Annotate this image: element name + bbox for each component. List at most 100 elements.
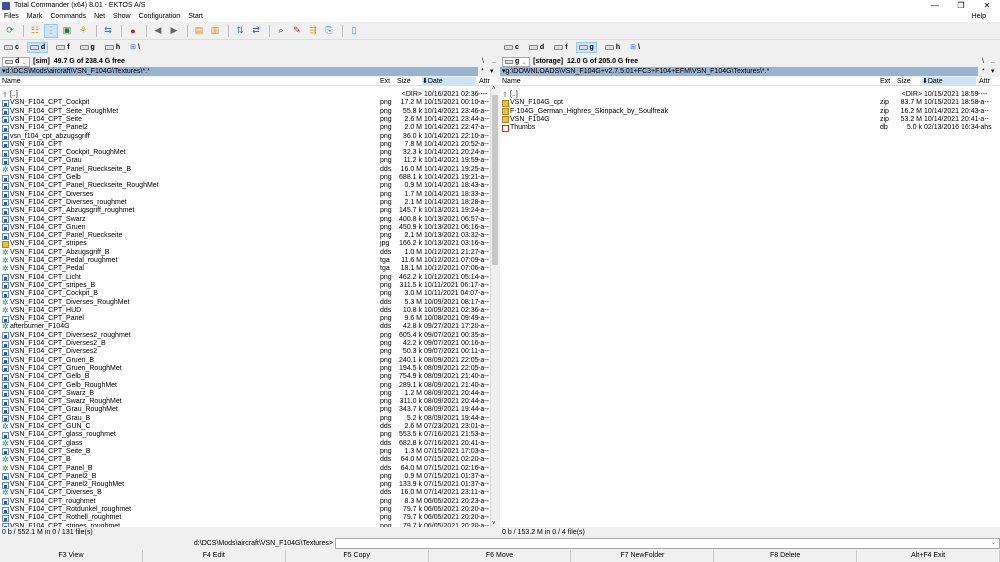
column-name[interactable]: Name — [2, 77, 21, 86]
drive-button-g[interactable]: g — [575, 41, 597, 53]
menu-show[interactable]: Show — [113, 13, 131, 20]
file-row[interactable]: VSN_F104_CPT_Seite png 2.6 M 10/14/2021 23:… — [0, 116, 490, 124]
menu-configuration[interactable]: Configuration — [139, 13, 181, 20]
column-date[interactable]: ⬇Date — [422, 77, 476, 86]
root-button[interactable]: \ — [482, 56, 484, 67]
file-row[interactable]: VSN_F104G zip 53.2 M 10/14/2021 20:41 -a-- — [500, 116, 1000, 124]
column-ext[interactable]: Ext — [880, 77, 890, 86]
drive-button-g[interactable]: g — [78, 42, 97, 53]
file-row[interactable]: ✲ VSN_F104_CPT_Panel_B dds 64.0 M 07/15/2021… — [0, 464, 490, 473]
file-row[interactable]: ✲ VSN_F104_CPT_Pedal tga 18.1 M 10/12/2021 0… — [0, 265, 490, 273]
file-row[interactable]: VSN_F104_CPT_Licht png 462.2 k 10/12/2021 0… — [0, 274, 490, 282]
f4-edit-button[interactable]: F4 Edit — [143, 550, 286, 562]
left-file-list[interactable]: ⇑ [..] <DIR> 10/16/2021 02:36 ---- VSN_F104_C… — [0, 86, 490, 527]
file-row[interactable]: VSN_F104_CPT_Rothell_roughmet png 79.7 k 06… — [0, 514, 490, 522]
file-row[interactable]: VSN_F104_CPT_Cockpit_RoughMet png 32.3 k 10… — [0, 149, 490, 157]
file-row[interactable]: VSN_F104_CPT_Grau png 11.2 k 10/14/2021 19:… — [0, 157, 490, 165]
drive-button-f[interactable]: f — [54, 42, 71, 53]
right-dropdown-button[interactable]: ▾ — [991, 67, 995, 76]
ftp-icon[interactable]: ⇅ — [233, 24, 247, 38]
drive-button-h[interactable]: h — [103, 42, 122, 53]
file-row[interactable]: VSN_F104_CPT_Panel_Rueckseite png 2.1 M 10/… — [0, 232, 490, 240]
column-attr[interactable]: Attr — [979, 77, 990, 86]
file-row[interactable]: VSN_F104_CPT_Grau_RoughMet png 343.7 k 08/0… — [0, 406, 490, 414]
menu-commands[interactable]: Commands — [50, 13, 86, 20]
file-row[interactable]: VSN_F104_CPT png 7.8 M 10/14/2021 20:52 -a-- — [0, 141, 490, 149]
column-size[interactable]: Size — [897, 77, 911, 86]
left-dropdown-button[interactable]: ▾ — [490, 67, 494, 76]
file-row[interactable]: VSN_F104_CPT_Gelb png 688.1 k 10/14/2021 19… — [0, 174, 490, 182]
file-row[interactable]: ✲ VSN_F104_CPT_GUN_C dds 2.6 M 07/23/2021 23… — [0, 423, 490, 431]
file-row[interactable]: ✲ VSN_F104_CPT_B dds 64.0 M 07/15/2021 02:20… — [0, 456, 490, 464]
drive-button-network[interactable]: ⊞ \ — [628, 42, 642, 53]
close-button[interactable]: ✕ — [974, 0, 1000, 11]
file-row[interactable]: VSN_F104_CPT_Grau_B png 5.2 k 08/09/2021 19… — [0, 415, 490, 423]
drive-button-h[interactable]: h — [603, 42, 622, 53]
file-row[interactable]: VSN_F104_CPT_Rotdunkel_roughmet png 79.7 k… — [0, 506, 490, 514]
column-attr[interactable]: Attr — [479, 77, 490, 86]
parent-button[interactable]: .. — [991, 56, 995, 67]
file-row[interactable]: VSN_F104_CPT_Diverses2_roughmet png 605.4 … — [0, 332, 490, 340]
column-name[interactable]: Name — [502, 77, 521, 86]
column-ext[interactable]: Ext — [380, 77, 390, 86]
file-row[interactable]: VSN_F104_CPT_Gruen_B png 240.1 k 08/09/2021… — [0, 357, 490, 365]
file-row[interactable]: VSN_F104_CPT_Seite_B png 1.3 M 07/15/2021 1… — [0, 448, 490, 456]
left-path[interactable]: ▾d:\DCS\Mods\aircraft\VSN_F104G\Textures… — [0, 67, 478, 76]
root-button[interactable]: \ — [982, 56, 984, 67]
unpack-icon[interactable]: ▥ — [208, 24, 222, 38]
file-row[interactable]: VSN_F104_CPT_Diverses2 png 50.3 k 09/07/202… — [0, 348, 490, 356]
file-row[interactable]: ✲ VSN_F104_CPT_Pedal_roughmet tga 11.6 M 10/… — [0, 257, 490, 265]
file-row[interactable]: VSN_F104_CPT_Gruen png 450.9 k 10/13/2021 0… — [0, 224, 490, 232]
file-row[interactable]: VSN_F104_CPT_stripes_B png 311.5 k 10/11/20… — [0, 282, 490, 290]
scroll-down-icon[interactable]: ˅ — [492, 521, 496, 527]
refresh-icon[interactable]: ⟳ — [3, 24, 17, 38]
file-row[interactable]: VSN_F104_CPT_Diverses png 1.7 M 10/14/2021 … — [0, 191, 490, 199]
file-row[interactable]: ✲ VSN_F104_CPT_Panel_Rueckseite_B dds 16.0 … — [0, 165, 490, 174]
file-row[interactable]: ✲ VSN_F104_CPT_HUD dds 10.8 k 10/09/2021 02:… — [0, 306, 490, 315]
file-row[interactable]: VSN_F104_CPT_Gelb_RoughMet png 289.1 k 08/0… — [0, 382, 490, 390]
file-row[interactable]: ✲ VSN_F104_CPT_Abzugsgriff_B dds 1.0 M 10/12… — [0, 248, 490, 257]
file-row[interactable]: VSN_F104_CPT_Panel png 9.6 M 10/08/2021 09:… — [0, 315, 490, 323]
file-row[interactable]: VSN_F104_CPT_Panel_Rueckseite_RoughMet pn… — [0, 182, 490, 190]
drive-button-f[interactable]: f — [552, 42, 569, 53]
file-row[interactable]: VSN_F104_CPT_Panel2_B png 0.9 M 07/15/2021 … — [0, 473, 490, 481]
left-history-button[interactable]: * — [481, 67, 484, 76]
file-row[interactable]: VSN_F104_CPT_Abzugsgriff_roughmet png 145.… — [0, 207, 490, 215]
file-row[interactable]: VSN_F104_CPT_Panel2_RoughMet png 133.9 k 07… — [0, 481, 490, 489]
brief-view-icon[interactable]: ☷ — [28, 24, 42, 38]
file-row[interactable]: VSN_F104_CPT_Gelb_B png 754.9 k 08/09/2021 … — [0, 373, 490, 381]
f7-newfolder-button[interactable]: F7 NewFolder — [571, 550, 715, 562]
f5-copy-button[interactable]: F5 Copy — [286, 550, 429, 562]
notepad-icon[interactable]: ▯ — [347, 24, 361, 38]
multi-rename-icon[interactable]: ✎ — [290, 24, 304, 38]
file-row[interactable]: VSN_F104_CPT_Swarz png 400.8 k 10/13/2021 0… — [0, 216, 490, 224]
f3-view-button[interactable]: F3 View — [0, 550, 143, 562]
file-row[interactable]: VSN_F104_CPT_Diverses_roughmet png 2.1 M 10… — [0, 199, 490, 207]
f8-delete-button[interactable]: F8 Delete — [714, 550, 858, 562]
f6-move-button[interactable]: F6 Move — [429, 550, 572, 562]
file-row[interactable]: ✲ VSN_F104_CPT_Diverses_RoughMet dds 5.3 M1… — [0, 298, 490, 307]
menu-net[interactable]: Net — [94, 13, 105, 20]
right-file-list[interactable]: ⇑ [..] <DIR> 10/15/2021 18:59 ---- VSN_F104G_… — [500, 86, 1000, 527]
forward-icon[interactable]: ▶ — [167, 24, 181, 38]
file-row[interactable]: VSN_F104_CPT_Cockpit png 17.2 M 10/15/2021 … — [0, 99, 490, 107]
file-row[interactable]: VSN_F104_CPT_Gruen_RoughMet png 194.5 k 08/… — [0, 365, 490, 373]
left-drive-combo[interactable]: d ⌄ — [2, 56, 31, 67]
ftp-new-icon[interactable]: ⇄ — [249, 24, 263, 38]
file-row[interactable]: VSN_F104_CPT_stripes_roughmet png 79.7 k 06… — [0, 523, 490, 527]
file-row[interactable]: VSN_F104_CPT_Swarz_RoughMet png 311.0 k 08/… — [0, 398, 490, 406]
invert-selection-icon[interactable]: ⇆ — [101, 24, 115, 38]
exit-button[interactable]: Alt+F4 Exit — [857, 550, 1000, 562]
menu-mark[interactable]: Mark — [27, 13, 43, 20]
maximize-button[interactable]: ❐ — [948, 0, 974, 11]
back-icon[interactable]: ◀ — [151, 24, 165, 38]
copy-names-icon[interactable]: ⎘ — [322, 24, 336, 38]
file-row[interactable]: vsn_f104_cpt_abzugsgriff png 36.0 k 10/14/2… — [0, 133, 490, 141]
hotlist-icon[interactable]: ● — [126, 24, 140, 38]
drive-button-c[interactable]: c — [2, 42, 21, 53]
command-line-input[interactable]: ⌄ — [335, 538, 1000, 549]
tree-icon[interactable]: ⚘ — [76, 24, 90, 38]
scroll-thumb[interactable] — [492, 95, 498, 265]
file-row[interactable]: ✲ afterburner_F104G dds 42.8 k 09/27/2021 17… — [0, 323, 490, 331]
file-row[interactable]: VSN_F104_CPT_roughmet png 8.3 M 06/05/2021 … — [0, 498, 490, 506]
